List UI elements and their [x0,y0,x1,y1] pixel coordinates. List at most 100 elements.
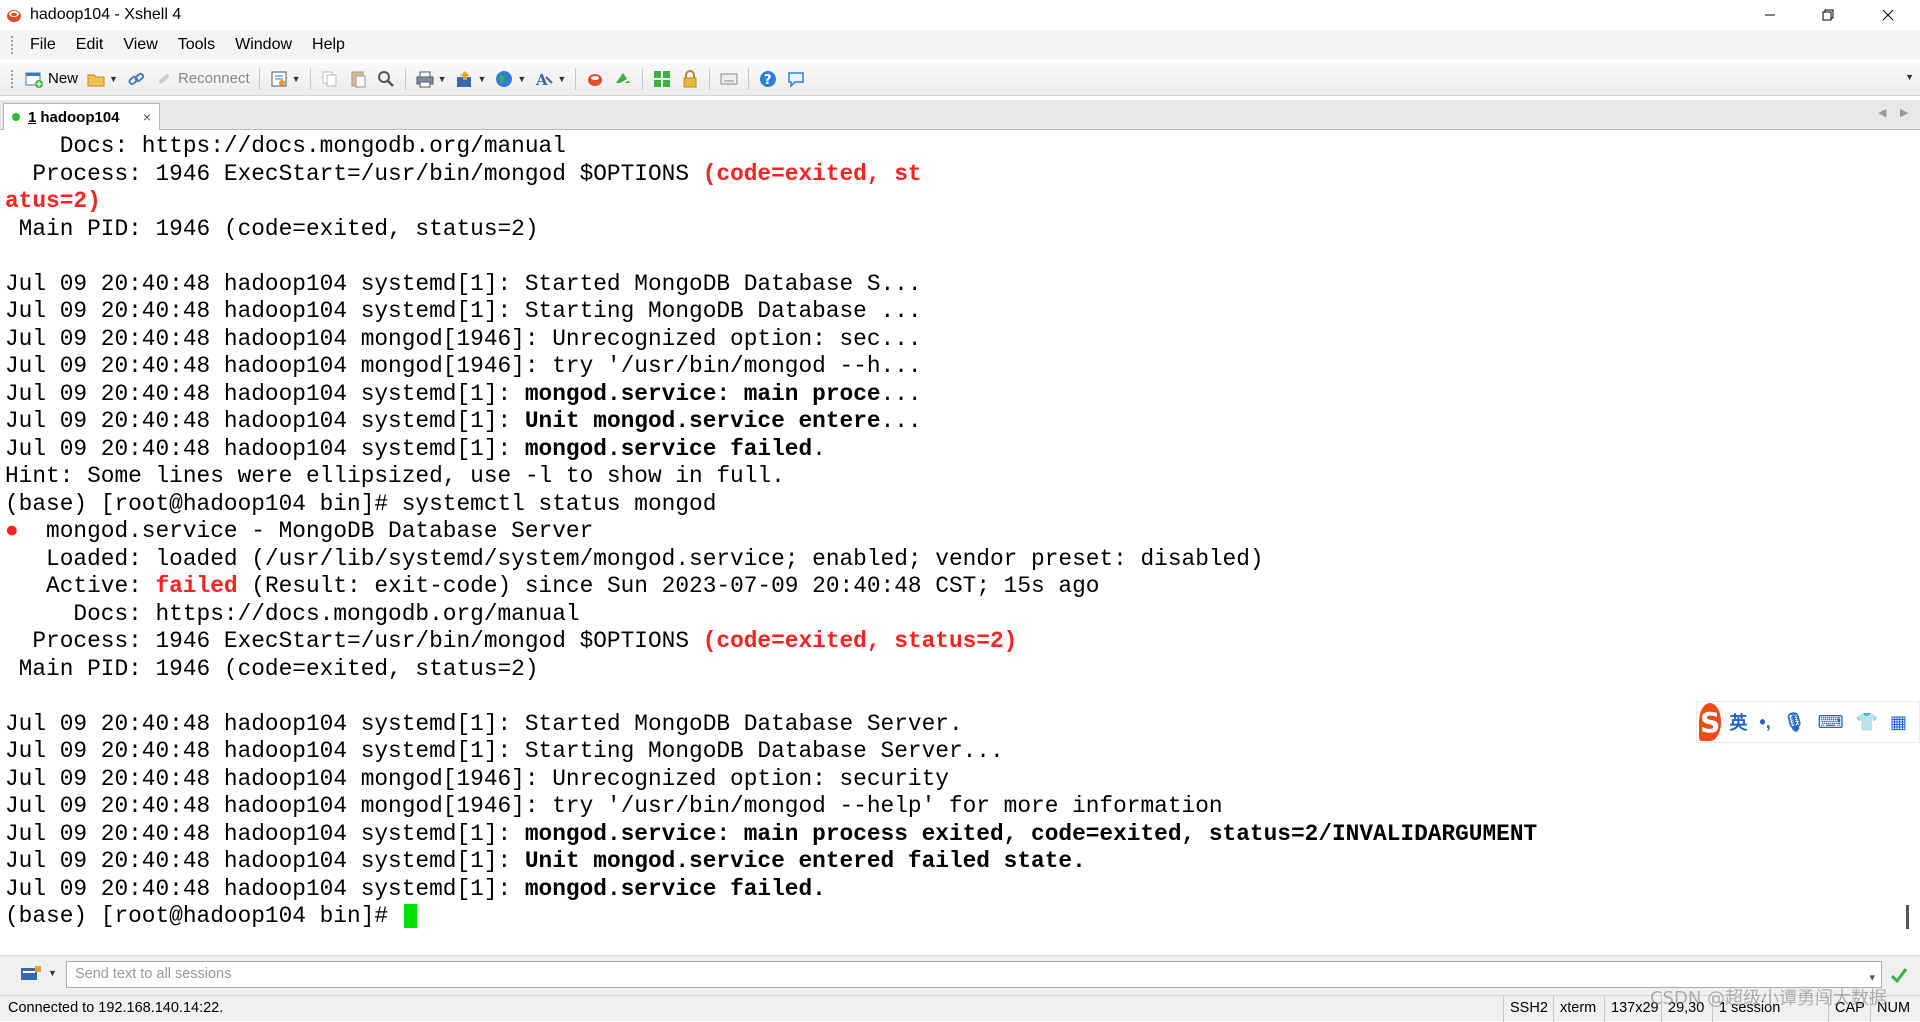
terminal-line: Jul 09 20:40:48 hadoop104 systemd[1]: St… [5,298,922,325]
link-icon [128,72,145,85]
terminal-line: Jul 09 20:40:48 hadoop104 systemd[1]: Un… [5,408,922,435]
xshell-button[interactable] [581,65,609,93]
terminal-line: Jul 09 20:40:48 hadoop104 mongod[1946]: … [5,793,1223,820]
paste-icon [351,71,366,87]
terminal-output[interactable]: Docs: https://docs.mongodb.org/manual Pr… [0,131,1902,949]
tab-scroll-left-icon[interactable]: ◀ [1878,106,1886,119]
reconnect-label: Reconnect [177,70,250,87]
terminal-line: Docs: https://docs.mongodb.org/manual [5,133,566,160]
status-session-count: 1 session [1712,996,1790,1022]
ime-toolbar[interactable]: S 英 •, 🎙 ⌨ 👕 ▦ [1696,701,1920,743]
minimize-button[interactable] [1742,0,1798,30]
close-button[interactable] [1860,0,1916,30]
chevron-down-icon[interactable]: ▾ [1869,966,1875,991]
toolbar-overflow-icon[interactable]: ▼ [1905,72,1914,82]
ime-keyboard-icon[interactable]: ⌨ [1818,712,1844,733]
terminal-text: Jul 09 20:40:48 hadoop104 systemd[1]: [5,820,525,847]
terminal-text: Main PID: 1946 (code=exited, status=2) [5,655,539,682]
chevron-down-icon[interactable]: ▼ [48,968,57,978]
terminal-line: Jul 09 20:40:48 hadoop104 systemd[1]: Un… [5,848,1086,875]
window-title: hadoop104 - Xshell 4 [30,6,182,23]
svg-text:A: A [535,71,548,89]
menubar-grip [10,34,14,55]
compose-menu-icon[interactable] [20,965,42,983]
chevron-down-icon[interactable]: ▼ [517,74,526,84]
ime-punctuation-icon[interactable]: •, [1759,712,1770,733]
folder-open-icon [87,74,105,86]
ime-skin-icon[interactable]: 👕 [1856,712,1878,733]
ime-language-toggle[interactable]: 英 [1729,709,1747,735]
scrollbar-thumb[interactable] [1906,905,1909,929]
properties-button[interactable]: ▼ [265,65,305,93]
print-button[interactable]: ▼ [411,65,451,93]
terminal-line: Jul 09 20:40:48 hadoop104 systemd[1]: mo… [5,436,826,463]
menu-help[interactable]: Help [302,36,355,54]
chevron-down-icon[interactable]: ▼ [109,74,118,84]
chevron-down-icon[interactable]: ▼ [292,74,301,84]
terminal-text: Jul 09 20:40:48 hadoop104 systemd[1]: St… [5,270,922,297]
terminal-line: Jul 09 20:40:48 hadoop104 mongod[1946]: … [5,353,922,380]
tab-close-icon[interactable]: × [143,109,151,125]
terminal-line: Jul 09 20:40:48 hadoop104 mongod[1946]: … [5,766,949,793]
ime-toolbox-icon[interactable]: ▦ [1890,712,1907,733]
terminal-line: (base) [root@hadoop104 bin]# [5,903,417,930]
terminal-text: Hint: Some lines were ellipsized, use -l… [5,463,785,489]
chevron-down-icon[interactable]: ▼ [438,74,447,84]
send-to-all-sessions-input[interactable]: Send text to all sessions ▾ [66,961,1882,988]
new-session-button[interactable]: New [20,65,82,93]
find-button[interactable] [372,65,400,93]
globe-button[interactable]: ▼ [490,65,530,93]
reconnect-button[interactable]: Reconnect [150,65,254,93]
terminal-text: ... [880,408,922,434]
tile-button[interactable] [648,65,676,93]
xftp-button[interactable] [609,65,637,93]
speech-bubble-icon [788,71,805,88]
send-icon[interactable] [1888,964,1910,986]
open-button[interactable]: ▼ [82,65,122,93]
copy-button[interactable] [316,65,344,93]
search-icon [377,70,394,87]
tab-label: hadoop104 [40,108,120,126]
terminal-text: (base) [root@hadoop104 bin]# systemctl s… [5,490,717,517]
font-icon: A [535,71,554,89]
terminal-line: Jul 09 20:40:48 hadoop104 mongod[1946]: … [5,326,922,353]
transfer-button[interactable]: ▼ [451,65,491,93]
menu-tools[interactable]: Tools [168,36,225,54]
terminal-text: Jul 09 20:40:48 hadoop104 mongod[1946]: … [5,353,922,379]
menu-file[interactable]: File [20,36,66,54]
status-protocol: SSH2 [1503,996,1553,1022]
menu-edit[interactable]: Edit [66,36,114,54]
terminal-line: Jul 09 20:40:48 hadoop104 systemd[1]: mo… [5,381,922,408]
tab-scroll-right-icon[interactable]: ▶ [1900,106,1908,119]
menu-view[interactable]: View [113,36,167,54]
terminal-text: Main PID: 1946 (code=exited, status=2) [5,215,539,242]
tab-hadoop104[interactable]: 1 hadoop104 × [3,103,160,130]
lock-button[interactable] [676,65,704,93]
help-button[interactable]: ? [754,65,782,93]
terminal-scrollbar[interactable] [1904,131,1920,949]
menu-window[interactable]: Window [225,36,302,54]
restore-button[interactable] [1800,0,1856,30]
terminal-text: Jul 09 20:40:48 hadoop104 systemd[1]: [5,848,525,874]
font-button[interactable]: A ▼ [530,65,570,93]
connect-button[interactable] [122,65,150,93]
transfer-icon [456,70,471,87]
toolbar-grip [10,68,14,89]
chevron-down-icon[interactable]: ▼ [557,74,566,84]
chevron-down-icon[interactable]: ▼ [478,74,487,84]
ime-microphone-icon[interactable]: 🎙 [1783,712,1806,733]
terminal-text: (code=exited, status=2) [702,628,1018,654]
terminal-text: (code=exited, st [702,160,922,187]
failed-status-dot-icon: ● [5,518,19,544]
status-cursor-position: 29,30 [1661,996,1712,1022]
feedback-button[interactable] [782,65,810,93]
paste-button[interactable] [344,65,372,93]
session-tab-bar: 1 hadoop104 × ◀ ▶ [0,100,1920,130]
restore-icon [1822,9,1834,21]
sogou-logo-icon[interactable]: S [1699,703,1722,741]
keyboard-button[interactable] [715,65,743,93]
terminal-line: Docs: https://docs.mongodb.org/manual [5,601,579,628]
xshell-icon [588,73,603,86]
globe-icon [496,70,513,87]
toolbar-separator [575,67,577,90]
